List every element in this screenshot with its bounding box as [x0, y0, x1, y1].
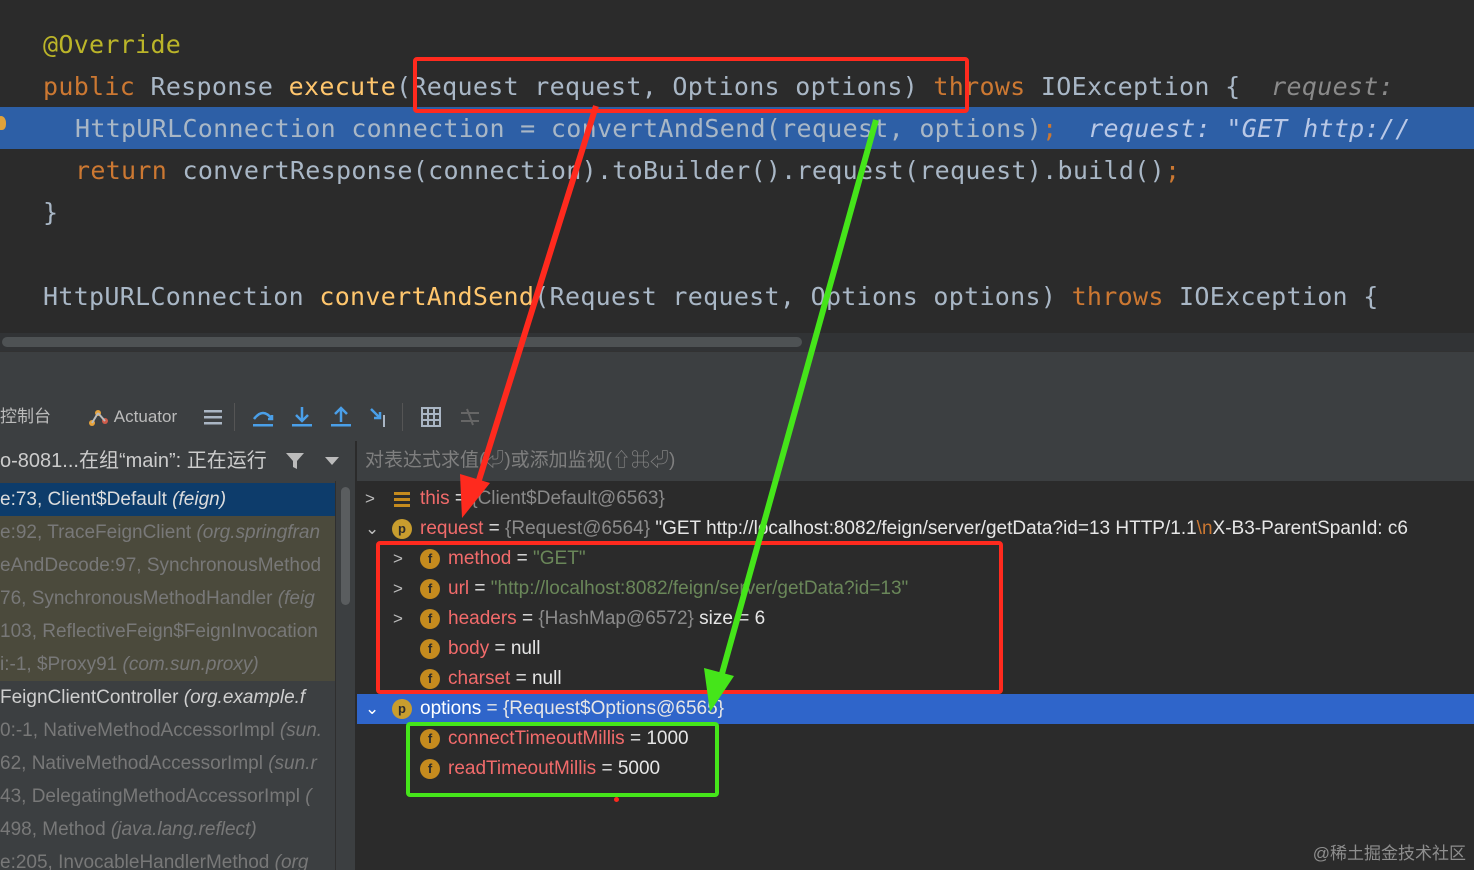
stack-frame[interactable]: 62, NativeMethodAccessorImpl (sun.r: [0, 747, 335, 780]
keyword-throws: throws: [1071, 282, 1164, 311]
chevron-down-icon[interactable]: ⌄: [365, 694, 379, 724]
stack-frame[interactable]: 43, DelegatingMethodAccessorImpl (: [0, 780, 335, 813]
stack-frame-selected[interactable]: e:73, Client$Default (feign): [0, 483, 335, 516]
thread-label: o-8081...在组“main”: 正在运行: [0, 450, 267, 472]
debug-toolbar: 控制台 Actuator: [0, 393, 1474, 442]
stack-frame[interactable]: e:205, InvocableHandlerMethod (org: [0, 846, 335, 870]
run-to-cursor-icon[interactable]: [368, 405, 392, 429]
stack-frame[interactable]: FeignClientController (org.example.f: [0, 681, 335, 714]
chevron-right-icon[interactable]: >: [365, 484, 379, 514]
panel-splitter[interactable]: [0, 351, 1474, 394]
scrollbar-thumb[interactable]: [341, 487, 350, 605]
stack-frame[interactable]: 103, ReflectiveFeign$FeignInvocation: [0, 615, 335, 648]
watermark: @稀土掘金技术社区: [1312, 844, 1466, 863]
highlight-box-request-fields: [376, 541, 1003, 694]
method-name-execute: execute: [288, 72, 397, 101]
highlight-box-execute-params: [413, 57, 969, 113]
filter-icon[interactable]: [285, 451, 305, 471]
scrollbar-thumb[interactable]: [2, 337, 802, 347]
exception-type: IOException {: [1179, 282, 1379, 311]
stack-frame[interactable]: i:-1, $Proxy91 (com.sun.proxy): [0, 648, 335, 681]
parameter-badge-icon: p: [392, 519, 412, 539]
keyword-return: return: [75, 156, 168, 185]
stack-frames-list: e:73, Client$Default (feign) e:92, Trace…: [0, 481, 335, 870]
editor-horizontal-scrollbar[interactable]: [0, 333, 1474, 351]
variable-row-request[interactable]: ⌄ p request = {Request@6564} "GET http:/…: [357, 514, 1474, 544]
frames-scrollbar[interactable]: [335, 481, 356, 870]
variable-row-options[interactable]: ⌄ p options = {Request$Options@6565}: [357, 694, 1474, 724]
parameter-badge-icon: p: [392, 699, 412, 719]
stack-frame[interactable]: eAndDecode:97, SynchronousMethod: [0, 549, 335, 582]
stack-frame[interactable]: e:92, TraceFeignClient (org.springfran: [0, 516, 335, 549]
code-line-connection: HttpURLConnection connection = convertAn…: [75, 108, 1411, 150]
code-line-convert-signature: HttpURLConnection convertAndSend(Request…: [43, 276, 1379, 318]
highlight-box-options-fields: [406, 722, 719, 797]
convert-params: (Request request, Options options): [534, 282, 1057, 311]
semicolon: ;: [1164, 156, 1181, 185]
exception-type: IOException {: [1040, 72, 1241, 101]
inline-debug-hint: request: "GET http://: [1088, 114, 1411, 143]
actuator-label: Actuator: [113, 407, 178, 426]
code-line-close-brace: }: [43, 198, 59, 227]
list-icon: [394, 492, 410, 507]
chevron-down-icon[interactable]: [324, 455, 340, 467]
method-name-convertandsend: convertAndSend: [319, 282, 535, 311]
return-type: HttpURLConnection: [43, 282, 304, 311]
code-editor[interactable]: @Override public Response execute (Reques…: [0, 0, 1474, 333]
step-into-icon[interactable]: [290, 405, 314, 429]
lines-icon[interactable]: [202, 405, 226, 429]
return-statement: convertResponse(connection).toBuilder().…: [182, 156, 1165, 185]
evaluate-icon[interactable]: [419, 405, 443, 429]
trace-icon[interactable]: [458, 405, 482, 429]
evaluate-expression-input[interactable]: 对表达式求值(⏎)或添加监视(⇧⌘⏎): [357, 441, 1474, 481]
toolbar-divider: [402, 403, 403, 431]
inline-debug-hint: request:: [1271, 72, 1394, 101]
tab-actuator[interactable]: Actuator: [86, 393, 177, 441]
variable-row-this[interactable]: > this = {Client$Default@6563}: [357, 484, 1474, 514]
stack-frame[interactable]: 0:-1, NativeMethodAccessorImpl (sun.: [0, 714, 335, 747]
breakpoint-lightbulb-icon[interactable]: [0, 116, 6, 130]
connection-statement: HttpURLConnection connection = convertAn…: [75, 114, 1043, 143]
tab-console[interactable]: 控制台: [0, 393, 51, 441]
toolbar-divider: [234, 403, 235, 431]
code-line-annotation: @Override: [43, 30, 182, 59]
stack-frame[interactable]: 76, SynchronousMethodHandler (feig: [0, 582, 335, 615]
return-type: Response: [150, 72, 274, 101]
semicolon: ;: [1042, 114, 1058, 143]
red-dot-mark: [614, 797, 619, 802]
actuator-icon: [89, 409, 108, 426]
chevron-down-icon[interactable]: ⌄: [365, 514, 379, 544]
keyword-public: public: [43, 72, 136, 101]
step-out-icon[interactable]: [329, 405, 353, 429]
stack-frame[interactable]: 498, Method (java.lang.reflect): [0, 813, 335, 846]
code-line-return: return convertResponse(connection).toBui…: [75, 150, 1180, 192]
step-over-icon[interactable]: [251, 405, 275, 429]
thread-selector[interactable]: o-8081...在组“main”: 正在运行: [0, 441, 355, 481]
